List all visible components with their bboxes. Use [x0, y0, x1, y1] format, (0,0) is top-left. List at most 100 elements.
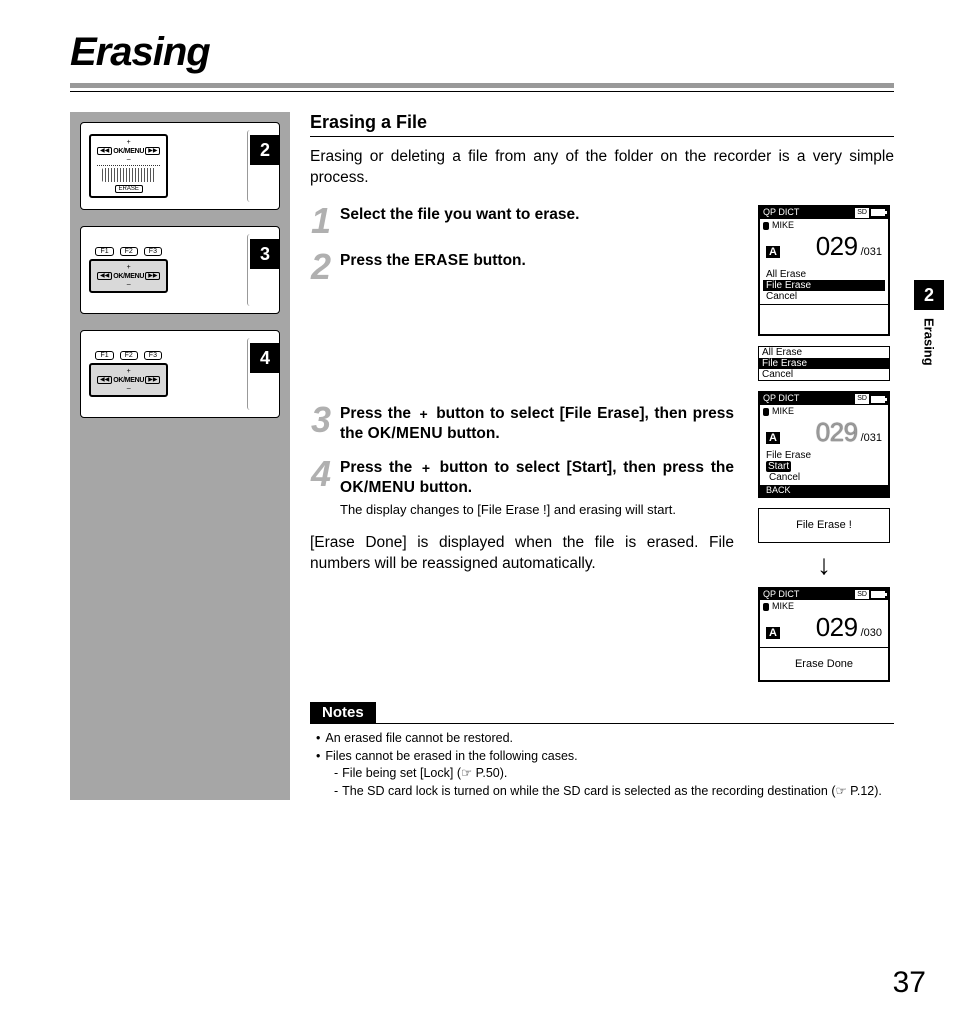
step-2-pre: Press the — [340, 252, 414, 269]
step-4-sub: The display changes to [File Erase !] an… — [340, 501, 734, 519]
lcd3-qp: QP DICT — [763, 590, 799, 600]
lcd2-start: Start — [766, 461, 791, 472]
lead-text: Erasing or deleting a file from any of t… — [310, 147, 894, 189]
side-chapter-num: 2 — [914, 280, 944, 310]
plus-label-2: + — [127, 264, 131, 271]
step-2: 2 Press the ERASE button. — [310, 251, 734, 283]
minus-label-2: – — [127, 281, 131, 288]
badge-4: 4 — [250, 343, 280, 373]
lcd1-mike: MIKE — [772, 221, 794, 231]
step-2-post: button. — [469, 252, 526, 269]
lcd2-file: File Erase — [763, 450, 885, 461]
f2-key-b: F2 — [120, 351, 138, 360]
mic-icon-2 — [763, 408, 769, 416]
f3-key: F3 — [144, 247, 162, 256]
step-num-2: 2 — [310, 251, 332, 283]
lcd-screen-3: QP DICTSD MIKE A029/030 Erase Done — [758, 587, 890, 682]
lcd1-big: 029 — [816, 232, 858, 261]
lcd-screen-1: QP DICT SD MIKE A 029/031 All Erase File E… — [758, 205, 890, 336]
step-1-title: Select the file you want to erase. — [340, 206, 579, 223]
f3-key-b: F3 — [144, 351, 162, 360]
folder-a-icon: A — [766, 246, 780, 258]
page-title: Erasing — [70, 30, 894, 75]
side-tab: 2 Erasing — [914, 280, 944, 366]
step-4-mid: button to select [Start], then press the — [433, 459, 734, 476]
columns: + ◀◀OK/MENU▶▶ – ERASE 2 F1 F2 F3 — [70, 112, 894, 800]
closing-para: [Erase Done] is displayed when the file … — [310, 533, 734, 575]
lcd1-qp: QP DICT — [763, 208, 799, 218]
side-chapter-label: Erasing — [922, 318, 937, 366]
plus-label-3: + — [127, 368, 131, 375]
f2-key: F2 — [120, 247, 138, 256]
lcd3-small: /030 — [861, 627, 882, 639]
mic-icon-3 — [763, 603, 769, 611]
lcd3-mike: MIKE — [772, 602, 794, 612]
page-number: 37 — [893, 966, 926, 1000]
note-1: An erased file cannot be restored. — [325, 730, 513, 748]
f-keys-2: F1 F2 F3 — [95, 351, 162, 360]
lcd-menu-snippet: All Erase File Erase Cancel — [758, 346, 890, 381]
lcd2-back: BACK — [766, 486, 791, 496]
lcd1-small: /031 — [861, 246, 882, 258]
step-3-btn: OK/MENU — [368, 425, 443, 442]
lcd-msg-erase: File Erase ! — [758, 508, 890, 542]
step-3-pre: Press the — [340, 405, 417, 422]
battery-icon-2 — [871, 396, 885, 403]
snip-all: All Erase — [759, 347, 889, 358]
lcd2-qp: QP DICT — [763, 394, 799, 404]
sd-icon-3: SD — [855, 590, 869, 600]
mic-icon — [763, 222, 769, 230]
device-okmenu-erase: + ◀◀OK/MENU▶▶ – ERASE — [89, 134, 168, 198]
f1-key-b: F1 — [95, 351, 113, 360]
lcd3-big: 029 — [816, 613, 858, 642]
step-num-3: 3 — [310, 404, 332, 444]
step-4-btn: OK/MENU — [340, 479, 415, 496]
left-column: + ◀◀OK/MENU▶▶ – ERASE 2 F1 F2 F3 — [70, 112, 290, 800]
snip-cancel: Cancel — [759, 369, 889, 380]
thumb-2: + ◀◀OK/MENU▶▶ – ERASE 2 — [80, 122, 280, 210]
folder-a-icon-2: A — [766, 432, 780, 444]
step-3: 3 Press the + button to select [File Era… — [310, 404, 734, 444]
rule-thick — [70, 83, 894, 88]
f1-key: F1 — [95, 247, 113, 256]
lcd2-cancel: Cancel — [763, 472, 885, 483]
lcd1-all: All Erase — [763, 269, 885, 280]
minus-label: – — [127, 156, 131, 163]
erase-label: ERASE — [115, 185, 143, 193]
speaker-icon — [102, 168, 156, 182]
step-4-post: button. — [415, 479, 472, 496]
step-4-pre: Press the — [340, 459, 419, 476]
note-2: Files cannot be erased in the following … — [325, 748, 577, 766]
thumb-3: F1 F2 F3 + ◀◀OK/MENU▶▶ – 3 — [80, 226, 280, 314]
plus-label: + — [127, 139, 131, 146]
text-column: 1 Select the file you want to erase. 2 P… — [310, 205, 734, 682]
lcd2-mike: MIKE — [772, 407, 794, 417]
step-1: 1 Select the file you want to erase. — [310, 205, 734, 237]
notes-section: Notes •An erased file cannot be restored… — [310, 702, 894, 800]
device-okmenu-grey: + ◀◀OK/MENU▶▶ – — [89, 259, 168, 293]
lcd-column: QP DICT SD MIKE A 029/031 All Erase File E… — [754, 205, 894, 682]
f-keys: F1 F2 F3 — [95, 247, 162, 256]
snip-file: File Erase — [759, 358, 889, 369]
lcd2-big: 029 — [816, 418, 858, 447]
lcd2-small: /031 — [861, 432, 882, 444]
battery-icon-3 — [871, 591, 885, 598]
sd-icon: SD — [855, 208, 869, 218]
step-num-1: 1 — [310, 205, 332, 237]
page-root: Erasing + ◀◀OK/MENU▶▶ – ERASE 2 — [0, 0, 954, 1022]
minus-label-3: – — [127, 385, 131, 392]
body-grid: 1 Select the file you want to erase. 2 P… — [310, 205, 894, 682]
note-2b: The SD card lock is turned on while the … — [342, 783, 882, 801]
folder-a-icon-3: A — [766, 627, 780, 639]
step-3-post: button. — [443, 425, 500, 442]
lcd-screen-2: QP DICT SD MIKE A 029/031 File Erase Start… — [758, 391, 890, 498]
okmenu-label-2: OK/MENU — [113, 273, 144, 280]
step-4: 4 Press the + button to select [Start], … — [310, 458, 734, 519]
okmenu-label: OK/MENU — [113, 148, 144, 155]
plus-icon-2: + — [419, 461, 433, 475]
sd-icon-2: SD — [855, 394, 869, 404]
badge-3: 3 — [250, 239, 280, 269]
badge-2: 2 — [250, 135, 280, 165]
lcd1-file: File Erase — [763, 280, 885, 291]
step-2-btn: ERASE — [414, 252, 469, 269]
